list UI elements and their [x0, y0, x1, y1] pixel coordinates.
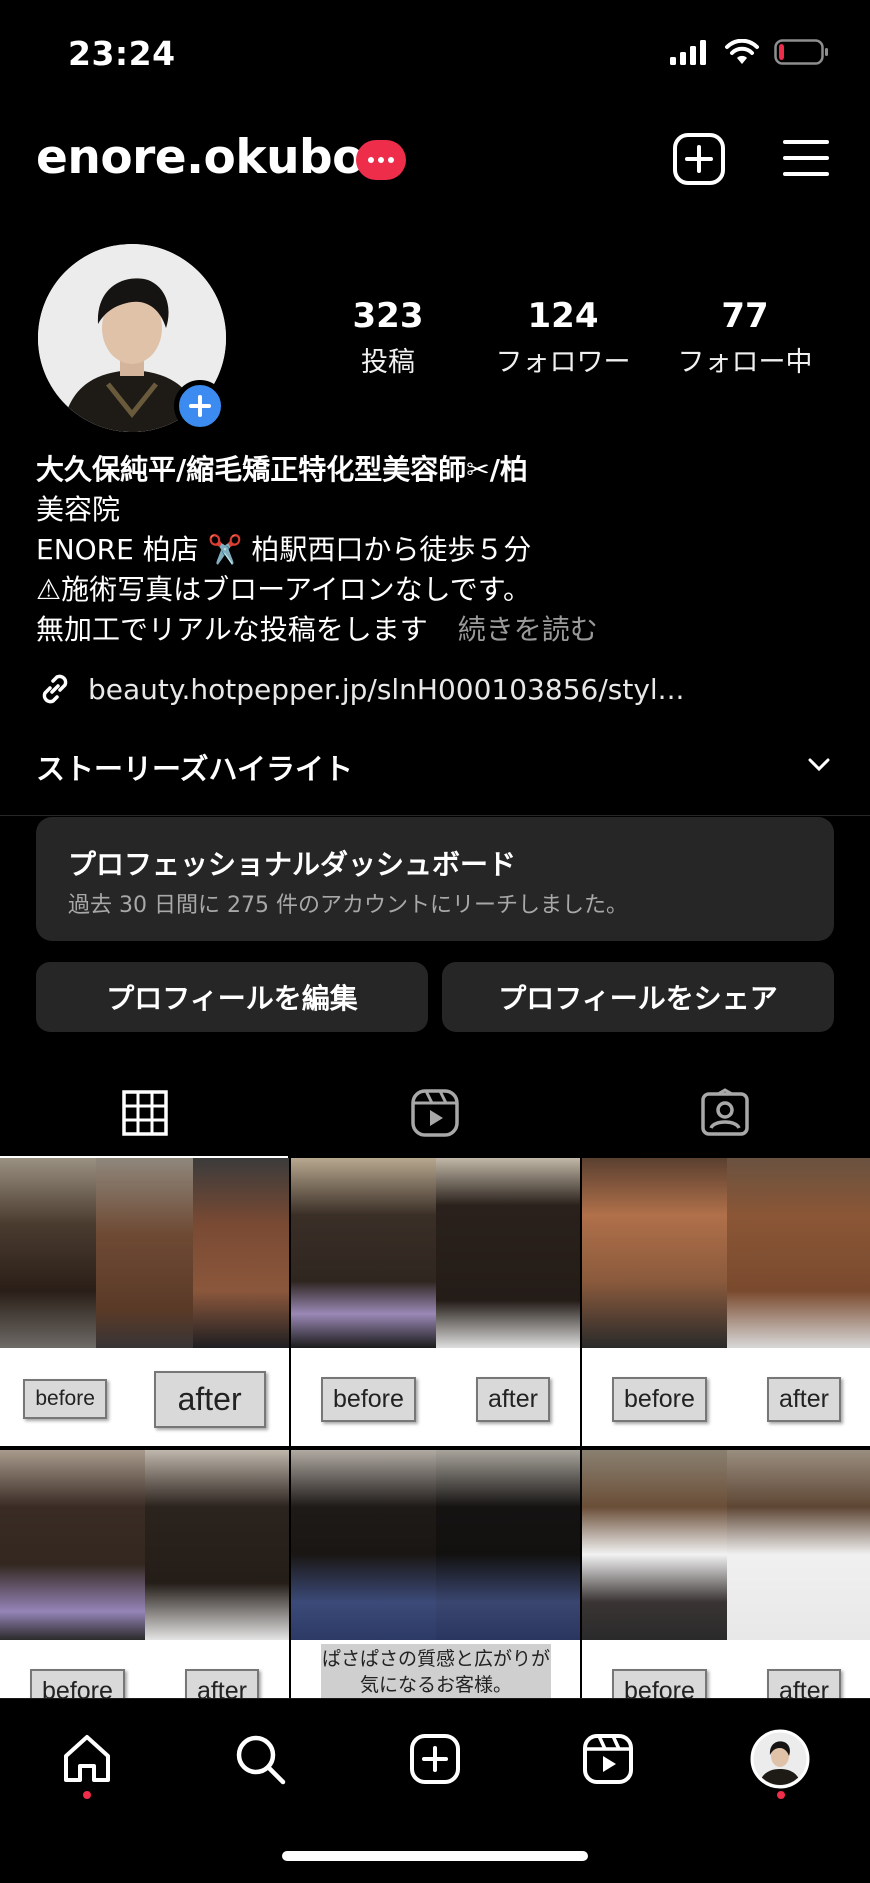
following-label: フォロー中 [677, 347, 813, 378]
link-icon [42, 674, 68, 704]
following-stat[interactable]: 77 フォロー中 [670, 296, 820, 379]
following-count: 77 [721, 296, 769, 336]
before-label: before [30, 1668, 125, 1698]
edit-profile-button[interactable]: プロフィールを編集 [36, 962, 428, 1032]
cellular-signal-icon [670, 40, 706, 65]
link-url: beauty.hotpepper.jp/slnH000103856/styl..… [88, 672, 685, 706]
tab-grid[interactable] [0, 1068, 290, 1159]
post-photo [291, 1450, 580, 1640]
posts-label: 投稿 [361, 347, 415, 378]
search-icon [236, 1735, 286, 1785]
caption-line-2: 気になるお客様。 [359, 1674, 512, 1696]
read-more-link[interactable]: 続きを読む [458, 613, 598, 646]
status-icons [670, 38, 830, 66]
after-label: after [184, 1668, 259, 1698]
post-photo [291, 1158, 580, 1348]
grid-post[interactable]: before after [291, 1158, 580, 1446]
home-notification-dot [83, 1791, 91, 1799]
post-photo [582, 1158, 870, 1348]
before-label: before [321, 1376, 416, 1422]
wifi-icon [725, 39, 759, 64]
post-grid: before after before after before after b… [0, 1158, 870, 1698]
tab-reels[interactable] [290, 1068, 580, 1158]
battery-icon [774, 39, 828, 65]
tab-tagged[interactable] [580, 1068, 870, 1158]
bio-line-1: ENORE 柏店 ✂️ 柏駅西口から徒歩５分 [36, 533, 532, 566]
bio-line-3-text: 無加工でリアルな投稿をします [36, 613, 428, 646]
more-badge[interactable] [356, 140, 406, 180]
profile-avatar[interactable] [38, 244, 226, 432]
posts-stat[interactable]: 323 投稿 [330, 296, 446, 379]
after-label: after [766, 1668, 841, 1698]
nav-reels[interactable] [578, 1729, 638, 1789]
post-photo [582, 1450, 870, 1640]
nav-create[interactable] [405, 1729, 465, 1789]
grid-post[interactable]: before after [582, 1450, 870, 1698]
before-label: before [612, 1376, 707, 1422]
before-after-labels: before after [582, 1354, 870, 1444]
grid-post[interactable]: ぱさぱさの質感と広がりが 気になるお客様。 [291, 1450, 580, 1698]
profile-avatar [750, 1729, 810, 1789]
bottom-nav [0, 1698, 870, 1883]
grid-icon [122, 1090, 168, 1136]
bio-line-2: ⚠︎施術写真はブローアイロンなしです。 [36, 573, 531, 606]
after-label: after [153, 1370, 266, 1428]
profile-stats: 323 投稿 124 フォロワー 77 フォロー中 [330, 296, 850, 379]
username[interactable]: enore.okubo [36, 130, 364, 185]
before-after-labels: before after [0, 1646, 289, 1698]
before-label: before [23, 1379, 107, 1419]
before-label: before [612, 1668, 707, 1698]
new-post-icon[interactable] [672, 132, 726, 186]
create-icon [410, 1734, 460, 1784]
dashboard-title: プロフェッショナルダッシュボード [68, 848, 517, 881]
home-indicator [282, 1851, 588, 1861]
chevron-down-icon [808, 758, 830, 772]
bio-line-3: 無加工でリアルな投稿をします 続きを読む [36, 610, 836, 650]
followers-stat[interactable]: 124 フォロワー [488, 296, 638, 379]
before-after-labels: before after [582, 1646, 870, 1698]
status-time: 23:24 [68, 34, 176, 73]
bio-category: 美容院 [36, 493, 121, 526]
add-story-icon[interactable] [174, 380, 226, 432]
before-after-labels: before after [291, 1354, 580, 1444]
profile-bio: 大久保純平/縮毛矯正特化型美容師✂︎/柏 美容院 ENORE 柏店 ✂️ 柏駅西… [36, 448, 836, 650]
profile-notification-dot [777, 1791, 785, 1799]
highlights-label: ストーリーズハイライト [36, 752, 353, 786]
nav-profile[interactable] [750, 1729, 810, 1789]
dashboard-subtitle: 過去 30 日間に 275 件のアカウントにリーチしました。 [68, 893, 628, 918]
post-photo [0, 1158, 289, 1348]
before-after-labels: before after [0, 1354, 289, 1444]
caption-line-1: ぱさぱさの質感と広がりが [321, 1648, 550, 1670]
post-caption: ぱさぱさの質感と広がりが 気になるお客様。 [321, 1644, 551, 1698]
menu-icon[interactable] [782, 138, 830, 178]
grid-post[interactable]: before after [0, 1158, 289, 1446]
after-label: after [766, 1376, 841, 1422]
reels-icon [583, 1734, 633, 1784]
tagged-icon [701, 1088, 749, 1136]
home-icon [64, 1735, 110, 1782]
profile-header: enore.okubo [0, 120, 870, 200]
profile-tabs [0, 1068, 870, 1159]
professional-dashboard[interactable]: プロフェッショナルダッシュボード 過去 30 日間に 275 件のアカウントにリ… [36, 817, 834, 941]
nav-search[interactable] [230, 1729, 290, 1789]
grid-post[interactable]: before after [0, 1450, 289, 1698]
after-label: after [475, 1376, 550, 1422]
post-photo [0, 1450, 289, 1640]
profile-link[interactable]: beauty.hotpepper.jp/slnH000103856/styl..… [36, 670, 684, 708]
reels-icon [411, 1089, 459, 1137]
display-name: 大久保純平/縮毛矯正特化型美容師✂︎/柏 [36, 453, 528, 486]
status-bar: 23:24 [0, 0, 870, 110]
share-profile-button[interactable]: プロフィールをシェア [442, 962, 834, 1032]
followers-count: 124 [527, 296, 599, 336]
nav-home[interactable] [57, 1729, 117, 1789]
grid-post[interactable]: before after [582, 1158, 870, 1446]
followers-label: フォロワー [495, 347, 631, 378]
story-highlights-row[interactable]: ストーリーズハイライト [0, 740, 870, 816]
posts-count: 323 [352, 296, 424, 336]
